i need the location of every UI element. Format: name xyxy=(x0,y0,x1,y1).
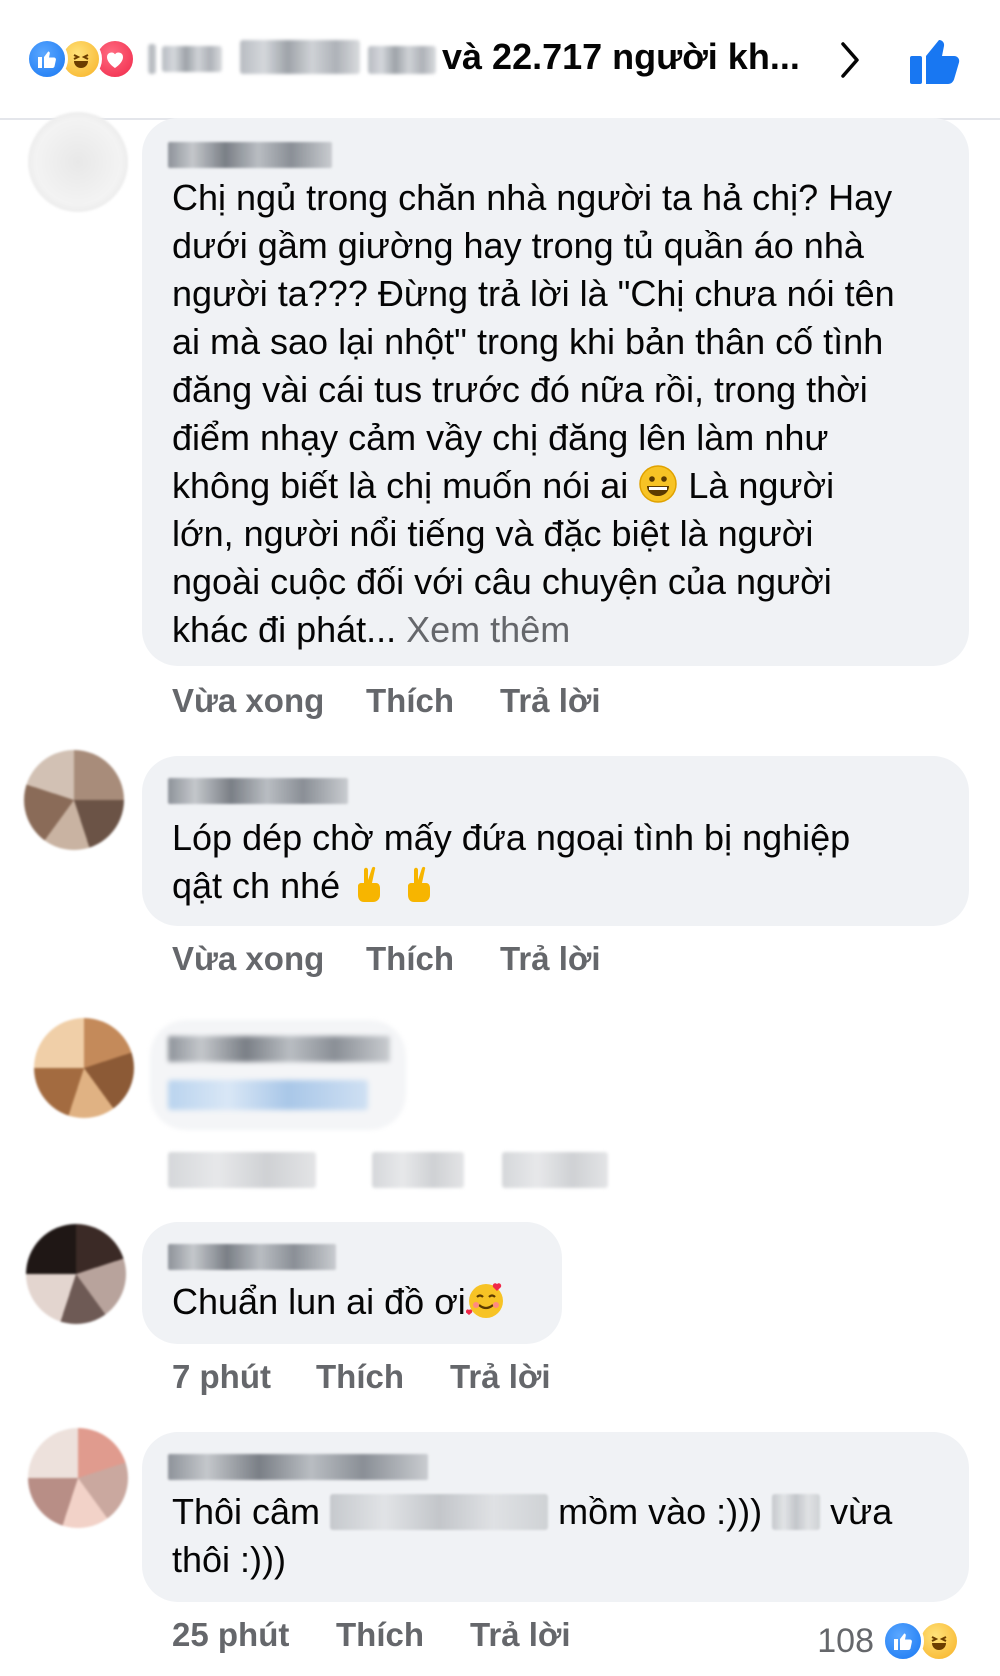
chevron-right-icon[interactable] xyxy=(835,38,865,82)
author-name-blurred[interactable] xyxy=(168,1244,336,1270)
reaction-count: 108 xyxy=(817,1622,874,1660)
author-name-blurred[interactable] xyxy=(168,142,332,168)
avatar[interactable] xyxy=(34,1018,134,1118)
comment-time[interactable]: 7 phút xyxy=(172,1358,271,1396)
comment-time[interactable]: Vừa xong xyxy=(172,940,324,978)
crossed-fingers-icon xyxy=(408,866,431,902)
comment-text: Chị ngủ trong chăn nhà người ta hả chị? … xyxy=(172,177,895,650)
reactors-count-text[interactable]: và 22.717 người kh... xyxy=(442,36,800,78)
avatar[interactable] xyxy=(26,1224,126,1324)
comment-text: Lóp dép chờ mấy đứa ngoại tình bị nghiệp… xyxy=(172,817,851,906)
reply-comment-button[interactable]: Trả lời xyxy=(450,1358,551,1396)
avatar[interactable] xyxy=(28,1428,128,1528)
reactor-names-blurred xyxy=(162,46,222,72)
author-name-blurred[interactable] xyxy=(168,1036,390,1062)
comment-time[interactable]: 25 phút xyxy=(172,1616,289,1654)
reactor-names-blurred xyxy=(240,40,360,74)
comments-screen: và 22.717 người kh... Chị ngủ trong chăn… xyxy=(0,0,1000,1676)
crossed-fingers-icon xyxy=(358,866,381,902)
reply-comment-button[interactable]: Trả lời xyxy=(500,682,601,720)
reply-comment-button[interactable]: Trả lời xyxy=(470,1616,571,1654)
haha-icon xyxy=(918,1620,960,1662)
comment-text: Chuẩn lun ai đồ ơi xyxy=(172,1278,552,1326)
like-icon xyxy=(26,38,68,80)
grinning-face-icon xyxy=(639,465,678,503)
author-name-blurred[interactable] xyxy=(168,1454,428,1480)
like-comment-button[interactable]: Thích xyxy=(366,682,454,720)
reactions-cluster[interactable] xyxy=(26,38,146,82)
comment-text: Thôi câm mồm vào :))) vừa thôi :))) xyxy=(172,1491,893,1580)
like-comment-button[interactable]: Thích xyxy=(366,940,454,978)
redacted-text xyxy=(772,1494,821,1530)
like-icon xyxy=(882,1620,924,1662)
avatar[interactable] xyxy=(24,750,124,850)
reactor-names-blurred xyxy=(148,44,156,74)
avatar[interactable] xyxy=(28,112,128,212)
comment-reactions-summary[interactable]: 108 xyxy=(770,1620,970,1664)
comment-text-blurred xyxy=(168,1080,368,1110)
reply-comment-button[interactable]: Trả lời xyxy=(500,940,601,978)
author-name-blurred[interactable] xyxy=(168,778,348,804)
like-comment-button[interactable]: Thích xyxy=(316,1358,404,1396)
redacted-text xyxy=(330,1494,549,1530)
reactions-header[interactable]: và 22.717 người kh... xyxy=(0,0,1000,120)
comment-bubble-blurred xyxy=(150,1020,406,1130)
comment-time[interactable]: Vừa xong xyxy=(172,682,324,720)
like-comment-button[interactable]: Thích xyxy=(336,1616,424,1654)
thumbs-up-icon[interactable] xyxy=(908,32,964,88)
comment-bubble: Chị ngủ trong chăn nhà người ta hả chị? … xyxy=(142,118,969,666)
reply-comment-button-blurred xyxy=(502,1152,608,1188)
comment-bubble: Thôi câm mồm vào :))) vừa thôi :))) xyxy=(142,1432,969,1602)
comment-bubble: Lóp dép chờ mấy đứa ngoại tình bị nghiệp… xyxy=(142,756,969,926)
see-more-link[interactable]: Xem thêm xyxy=(396,609,570,650)
reactor-names-blurred xyxy=(368,46,436,74)
like-comment-button-blurred xyxy=(372,1152,464,1188)
smiling-face-with-hearts-icon xyxy=(465,1283,503,1318)
comment-time-blurred xyxy=(168,1152,316,1188)
comment-bubble: Chuẩn lun ai đồ ơi xyxy=(142,1222,562,1344)
